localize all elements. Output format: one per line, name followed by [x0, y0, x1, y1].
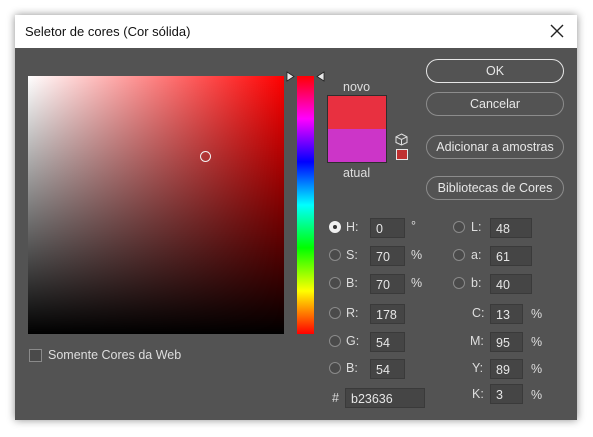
hue-field[interactable]: 0 — [370, 218, 405, 238]
saturation-unit: % — [411, 248, 423, 262]
black-label: K: — [472, 387, 484, 401]
hex-label: # — [332, 391, 339, 405]
yellow-label: Y: — [472, 361, 484, 375]
lab-l-label: L: — [471, 220, 482, 234]
radio-hue[interactable] — [329, 221, 341, 233]
radio-green[interactable] — [329, 335, 341, 347]
close-icon[interactable] — [545, 19, 569, 43]
color-field[interactable] — [28, 76, 284, 334]
new-color-label: novo — [343, 80, 371, 94]
brightness-label: B: — [346, 276, 358, 290]
yellow-field[interactable]: 89 — [490, 359, 523, 379]
slider-arrow-right-icon[interactable] — [316, 71, 325, 82]
radio-lab-b[interactable] — [453, 277, 465, 289]
new-color-swatch — [327, 95, 387, 129]
saturation-field[interactable]: 70 — [370, 246, 405, 266]
saturation-label: S: — [346, 248, 358, 262]
magenta-unit: % — [531, 335, 543, 349]
radio-lab-a[interactable] — [453, 249, 465, 261]
color-picker-dialog: Seletor de cores (Cor sólida) novo atual… — [15, 15, 577, 420]
lab-b-label: b: — [471, 276, 482, 290]
web-colors-label: Somente Cores da Web — [48, 348, 182, 362]
magenta-field[interactable]: 95 — [490, 332, 523, 352]
hue-label: H: — [346, 220, 359, 234]
gamut-swatch-icon[interactable] — [396, 149, 408, 160]
color-picker-circle-icon[interactable] — [200, 151, 211, 162]
black-unit: % — [531, 388, 543, 402]
blue-label: B: — [346, 361, 358, 375]
green-label: G: — [346, 334, 360, 348]
current-color-label: atual — [343, 166, 371, 180]
lab-l-field[interactable]: 48 — [490, 218, 532, 238]
hue-unit: ° — [411, 219, 416, 233]
lab-a-field[interactable]: 61 — [490, 246, 532, 266]
hue-slider[interactable] — [297, 76, 314, 334]
hex-field[interactable]: b23636 — [345, 388, 425, 408]
blue-field[interactable]: 54 — [370, 359, 405, 379]
color-libraries-button[interactable]: Bibliotecas de Cores — [426, 176, 564, 200]
radio-brightness[interactable] — [329, 277, 341, 289]
cancel-button[interactable]: Cancelar — [426, 92, 564, 116]
yellow-unit: % — [531, 362, 543, 376]
radio-red[interactable] — [329, 307, 341, 319]
brightness-unit: % — [411, 276, 423, 290]
slider-arrow-left-icon[interactable] — [286, 71, 295, 82]
radio-lab-l[interactable] — [453, 221, 465, 233]
green-field[interactable]: 54 — [370, 332, 405, 352]
red-label: R: — [346, 306, 359, 320]
cyan-label: C: — [472, 306, 485, 320]
cyan-field[interactable]: 13 — [490, 304, 523, 324]
cyan-unit: % — [531, 307, 543, 321]
radio-saturation[interactable] — [329, 249, 341, 261]
web-safe-cube-icon[interactable] — [395, 133, 408, 146]
title-bar: Seletor de cores (Cor sólida) — [15, 15, 577, 48]
brightness-field[interactable]: 70 — [370, 274, 405, 294]
magenta-label: M: — [470, 334, 484, 348]
radio-blue[interactable] — [329, 362, 341, 374]
window-title: Seletor de cores (Cor sólida) — [25, 24, 191, 39]
lab-a-label: a: — [471, 248, 482, 262]
red-field[interactable]: 178 — [370, 304, 405, 324]
web-colors-checkbox[interactable] — [29, 349, 42, 362]
lab-b-field[interactable]: 40 — [490, 274, 532, 294]
add-to-swatches-button[interactable]: Adicionar a amostras — [426, 135, 564, 159]
current-color-swatch[interactable] — [327, 129, 387, 163]
ok-button[interactable]: OK — [426, 59, 564, 83]
black-field[interactable]: 3 — [490, 384, 523, 404]
